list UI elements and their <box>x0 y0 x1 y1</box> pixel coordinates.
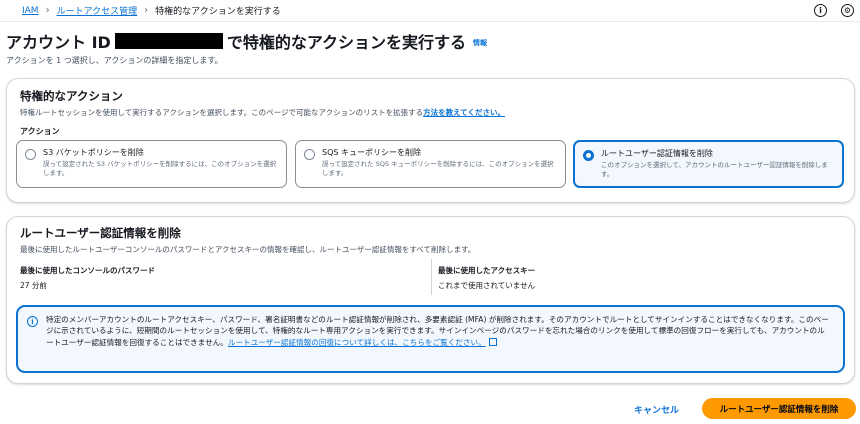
page-title-suffix: で特権的なアクションを実行する <box>226 33 467 52</box>
option-delete-root-credentials[interactable]: ルートユーザー認証情報を削除 このオプションを選択して、アカウントのルートユーザ… <box>573 140 844 188</box>
breadcrumb-root-access[interactable]: ルートアクセス管理 <box>57 4 138 17</box>
radio-button[interactable] <box>304 149 315 160</box>
learn-how-link[interactable]: 方法を教えてください。 <box>423 108 505 117</box>
cancel-button[interactable]: キャンセル <box>634 403 679 416</box>
alert-text: 特定のメンバーアカウントのルートアクセスキー、パスワード、署名証明書などのルート… <box>46 315 829 347</box>
option-delete-sqs-policy[interactable]: SQS キューポリシーを削除 誤って設定された SQS キューポリシーを削除する… <box>295 140 566 188</box>
chevron-right-icon: › <box>45 5 50 16</box>
breadcrumb-current: 特権的なアクションを実行する <box>155 7 281 17</box>
info-circle-icon[interactable]: i <box>814 4 827 17</box>
option-description: 誤って設定された SQS キューポリシーを削除するには、このオプションを選択しま… <box>322 160 554 177</box>
breadcrumb: IAM › ルートアクセス管理 › 特権的なアクションを実行する <box>22 4 281 17</box>
panel-description: 最後に使用したルートユーザーコンソールのパスワードとアクセスキーの情報を確認し、… <box>20 245 476 254</box>
last-access-key-item: 最後に使用したアクセスキー これまで使用されていません <box>438 265 535 291</box>
gear-icon[interactable]: ⚙ <box>841 4 854 17</box>
breadcrumb-iam[interactable]: IAM <box>22 6 39 16</box>
last-password-item: 最後に使用したコンソールのパスワード 27 分前 <box>20 265 155 291</box>
learn-more-link[interactable]: ルートユーザー認証情報の回復について詳しくは、こちらをご覧ください。 <box>228 338 486 347</box>
kv-value: 27 分前 <box>20 281 47 290</box>
option-label: SQS キューポリシーを削除 <box>322 148 421 157</box>
option-label: ルートユーザー認証情報を削除 <box>601 149 713 158</box>
page-header: アカウント ID で特権的なアクションを実行する 情報 <box>6 29 487 53</box>
kv-value: これまで使用されていません <box>438 281 536 290</box>
top-icons: i ⚙ <box>814 4 854 17</box>
action-field-label: アクション <box>20 127 60 136</box>
kv-key: 最後に使用したアクセスキー <box>438 266 536 275</box>
top-navigation: IAM › ルートアクセス管理 › 特権的なアクションを実行する i ⚙ <box>0 0 860 22</box>
radio-button-selected[interactable] <box>583 150 594 161</box>
panel-title: 特権的なアクション <box>20 89 123 103</box>
panel-title: ルートユーザー認証情報を削除 <box>20 226 181 240</box>
delete-credentials-panel: ルートユーザー認証情報を削除 最後に使用したルートユーザーコンソールのパスワード… <box>6 216 855 384</box>
radio-button[interactable] <box>25 149 36 160</box>
option-delete-s3-policy[interactable]: S3 バケットポリシーを削除 誤って設定された S3 バケットポリシーを削除する… <box>16 140 287 188</box>
kv-key: 最後に使用したコンソールのパスワード <box>20 266 155 275</box>
option-label: S3 バケットポリシーを削除 <box>43 148 144 157</box>
delete-root-credentials-button[interactable]: ルートユーザー認証情報を削除 <box>702 398 856 419</box>
page-description: アクションを 1 つ選択し、アクションの詳細を指定します。 <box>6 56 223 65</box>
page-title-prefix: アカウント ID <box>6 33 111 52</box>
option-description: このオプションを選択して、アカウントのルートユーザー認証情報を削除します。 <box>601 161 828 178</box>
info-alert: i 特定のメンバーアカウントのルートアクセスキー、パスワード、署名証明書などのル… <box>16 305 845 373</box>
info-icon: i <box>27 316 38 327</box>
redacted-account-id <box>114 33 223 49</box>
divider <box>431 259 432 295</box>
option-description: 誤って設定された S3 バケットポリシーを削除するには、このオプションを選択しま… <box>43 160 277 177</box>
info-link[interactable]: 情報 <box>473 38 487 48</box>
privileged-actions-panel: 特権的なアクション 特権ルートセッションを使用して実行するアクションを選択します… <box>6 78 855 203</box>
external-link-icon[interactable] <box>488 337 497 346</box>
chevron-right-icon: › <box>144 5 149 16</box>
panel-description: 特権ルートセッションを使用して実行するアクションを選択します。このページで可能な… <box>20 108 506 117</box>
